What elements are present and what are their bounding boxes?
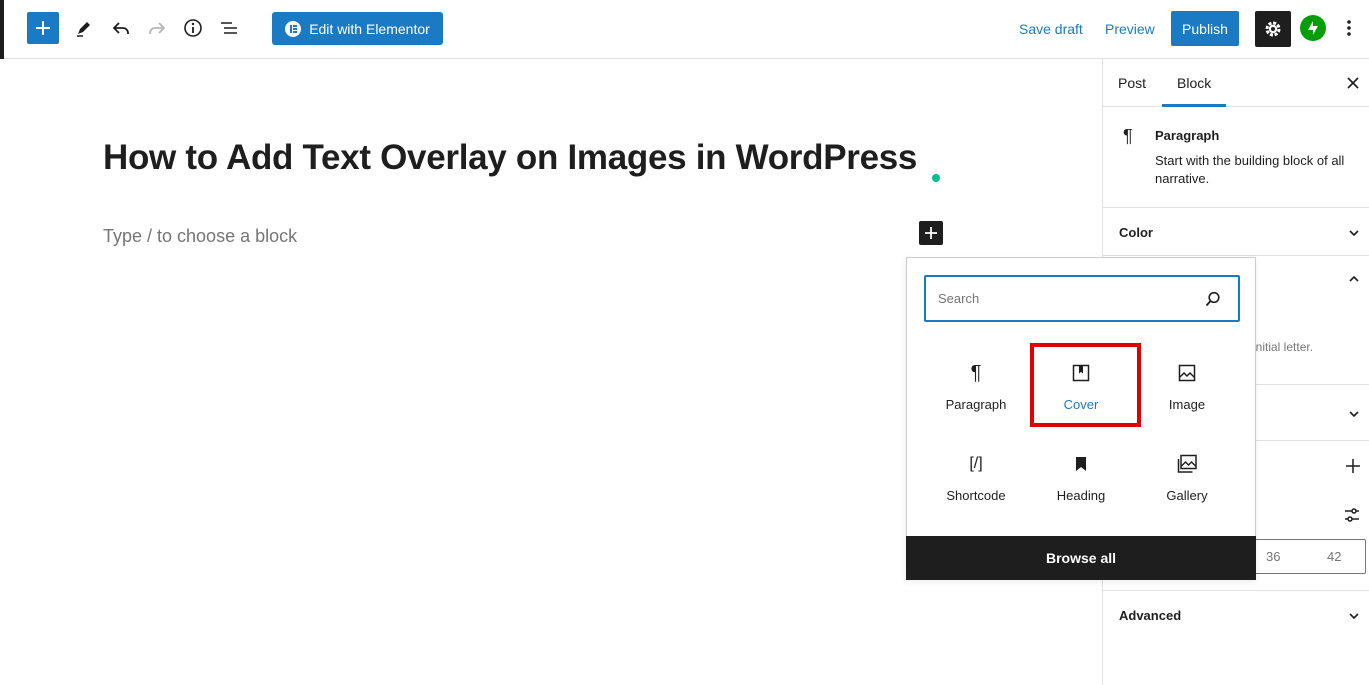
browse-all-button[interactable]: Browse all <box>906 536 1256 580</box>
search-icon <box>1205 291 1220 307</box>
chevron-down-icon <box>1349 613 1359 620</box>
advanced-panel-title: Advanced <box>1119 608 1182 623</box>
settings-button[interactable] <box>1255 11 1291 47</box>
tools-button[interactable] <box>68 12 100 44</box>
heading-icon <box>1069 452 1093 476</box>
add-block-button[interactable] <box>27 12 59 44</box>
gallery-icon <box>1175 452 1199 476</box>
sliders-icon[interactable] <box>1343 506 1361 524</box>
block-item-image[interactable]: Image <box>1137 345 1237 425</box>
post-title[interactable]: How to Add Text Overlay on Images in Wor… <box>103 138 917 178</box>
block-item-label: Gallery <box>1166 488 1208 503</box>
paragraph-icon: ¶ <box>970 361 982 384</box>
block-item-paragraph[interactable]: ¶ Paragraph <box>926 345 1026 425</box>
details-button[interactable] <box>177 12 209 44</box>
tab-block[interactable]: Block <box>1162 59 1227 107</box>
redo-button[interactable] <box>141 12 173 44</box>
chevron-up-icon[interactable] <box>1347 272 1361 286</box>
editor-top-toolbar: Edit with Elementor Save draft Preview P… <box>0 0 1369 59</box>
edit-with-elementor-label: Edit with Elementor <box>309 20 430 37</box>
gear-icon <box>1265 21 1281 37</box>
block-item-label: Paragraph <box>945 397 1007 412</box>
inline-add-block-button[interactable] <box>919 221 943 245</box>
image-icon <box>1175 361 1199 385</box>
close-sidebar-button[interactable] <box>1343 73 1363 93</box>
undo-button[interactable] <box>105 12 137 44</box>
advanced-panel[interactable]: Advanced <box>1103 590 1369 640</box>
grammarly-indicator-icon <box>932 174 940 182</box>
paragraph-icon: ¶ <box>1123 126 1133 146</box>
color-panel-title: Color <box>1119 225 1153 240</box>
drop-cap-help-text: initial letter. <box>1253 340 1314 354</box>
sidebar-tabs: Post Block <box>1103 59 1369 107</box>
block-item-label: Image <box>1168 397 1206 412</box>
block-name: Paragraph <box>1155 128 1220 143</box>
cover-highlight-annotation <box>1030 343 1141 427</box>
tab-post[interactable]: Post <box>1118 59 1146 107</box>
plus-icon <box>36 21 50 35</box>
admin-bar-edge <box>0 0 4 59</box>
block-card: ¶ Paragraph Start with the building bloc… <box>1103 108 1369 208</box>
block-item-heading[interactable]: Heading <box>1031 436 1131 516</box>
plus-icon <box>925 227 937 239</box>
options-menu-button[interactable] <box>1338 12 1360 44</box>
undo-icon <box>112 22 129 34</box>
color-panel[interactable]: Color <box>1103 208 1369 256</box>
block-search-input[interactable] <box>938 277 1188 320</box>
block-item-label: Shortcode <box>946 488 1006 503</box>
jetpack-button[interactable] <box>1300 15 1326 41</box>
chevron-down-icon <box>1349 230 1359 237</box>
block-item-shortcode[interactable]: [/] Shortcode <box>926 436 1026 516</box>
plus-icon[interactable] <box>1345 458 1361 474</box>
block-item-gallery[interactable]: Gallery <box>1137 436 1237 516</box>
list-view-icon <box>221 22 237 34</box>
redo-icon <box>149 22 166 34</box>
block-placeholder[interactable]: Type / to choose a block <box>103 226 297 247</box>
preview-button[interactable]: Preview <box>1105 12 1155 45</box>
info-icon <box>184 19 202 37</box>
chevron-down-icon <box>1349 411 1359 418</box>
save-draft-button[interactable]: Save draft <box>1019 12 1083 45</box>
block-search <box>924 275 1240 322</box>
pencil-icon <box>77 22 90 37</box>
font-size-option[interactable]: 42 <box>1327 549 1341 564</box>
list-view-button[interactable] <box>213 12 245 44</box>
more-vertical-icon <box>1347 20 1351 36</box>
block-description: Start with the building block of all nar… <box>1155 153 1345 186</box>
font-size-option[interactable]: 36 <box>1266 549 1280 564</box>
elementor-logo-icon <box>285 20 302 37</box>
block-inserter-popover: ¶ Paragraph Cover Image [/] Shortcode He… <box>906 257 1256 580</box>
edit-with-elementor-button[interactable]: Edit with Elementor <box>272 12 443 45</box>
publish-button[interactable]: Publish <box>1171 11 1239 46</box>
close-icon <box>1347 77 1359 89</box>
shortcode-icon: [/] <box>969 455 983 472</box>
block-item-label: Heading <box>1056 488 1106 503</box>
jetpack-icon <box>1308 21 1318 35</box>
